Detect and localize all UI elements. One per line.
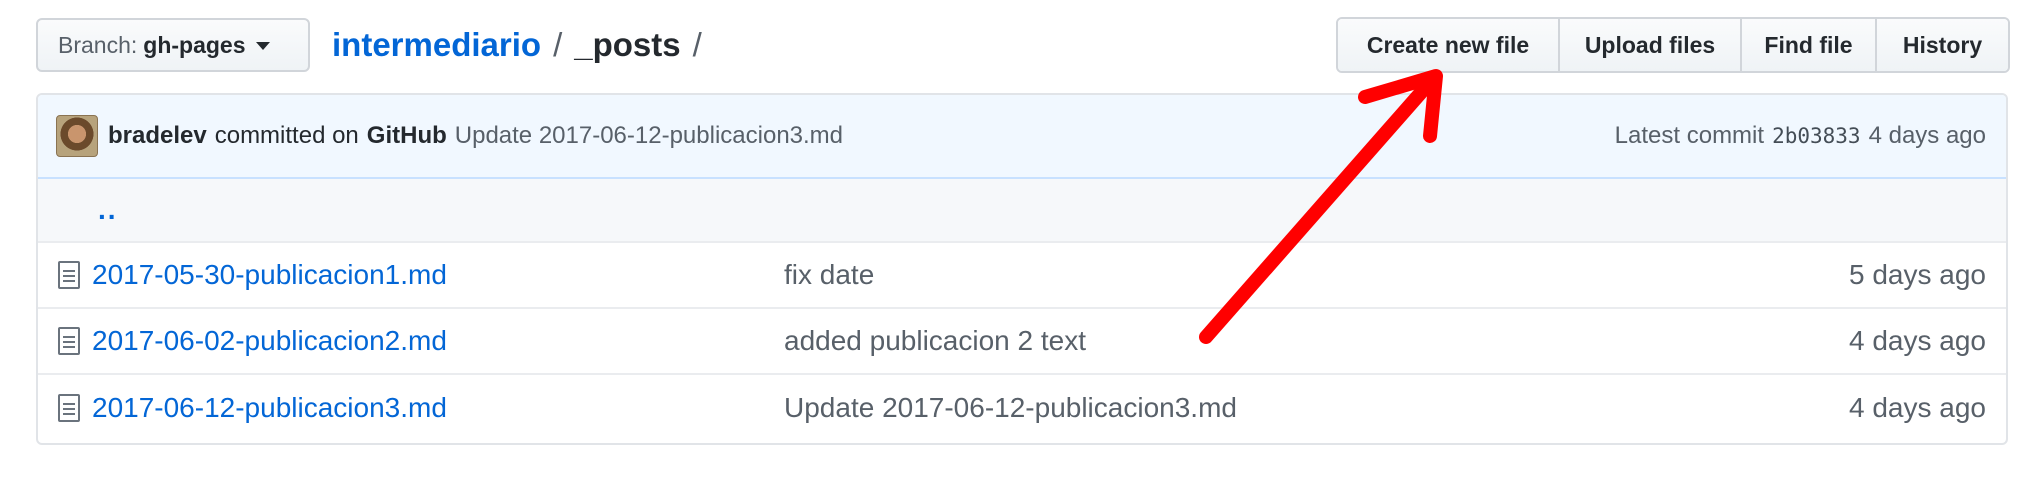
parent-directory-row: .. [38, 179, 2006, 243]
file-actions-button-group: Create new file Upload files Find file H… [1336, 17, 2010, 73]
latest-commit-label: Latest commit [1614, 122, 1765, 149]
file-commit-message-link[interactable]: fix date [784, 259, 1849, 291]
branch-selector-button[interactable]: Branch: gh-pages [36, 18, 310, 72]
avatar[interactable] [56, 115, 98, 157]
history-button[interactable]: History [1877, 19, 2008, 71]
breadcrumb-current-dir: _posts [574, 26, 681, 63]
file-name-link[interactable]: 2017-05-30-publicacion1.md [92, 259, 784, 291]
file-age: 4 days ago [1849, 392, 1986, 423]
branch-name: gh-pages [143, 31, 246, 58]
commit-author-link[interactable]: bradelev [108, 122, 207, 150]
commit-message-link[interactable]: Update 2017-06-12-publicacion3.md [455, 122, 843, 150]
caret-down-icon [255, 42, 270, 50]
file-name-link[interactable]: 2017-06-02-publicacion2.md [92, 325, 784, 357]
upload-files-button[interactable]: Upload files [1560, 19, 1742, 71]
file-commit-message-link[interactable]: Update 2017-06-12-publicacion3.md [784, 392, 1849, 424]
breadcrumb-trailing-separator: / [692, 26, 702, 63]
commit-verb: committed on [214, 122, 359, 149]
table-row: 2017-05-30-publicacion1.md fix date 5 da… [38, 243, 2006, 309]
file-name-link[interactable]: 2017-06-12-publicacion3.md [92, 392, 784, 424]
commit-sha-link[interactable]: 2b03833 [1772, 124, 1861, 148]
file-commit-message-link[interactable]: added publicacion 2 text [784, 325, 1849, 357]
commit-age: 4 days ago [1868, 122, 1986, 149]
find-file-button[interactable]: Find file [1742, 19, 1877, 71]
file-age: 4 days ago [1849, 325, 1986, 356]
file-icon [58, 261, 80, 289]
breadcrumb: intermediario / _posts / [332, 20, 714, 70]
file-icon [58, 327, 80, 355]
file-table: bradelev committed on GitHub Update 2017… [36, 93, 2008, 445]
parent-directory-link[interactable]: .. [98, 194, 118, 226]
table-row: 2017-06-02-publicacion2.md added publica… [38, 309, 2006, 375]
latest-commit-info: Latest commit 2b03833 4 days ago [1615, 122, 1986, 150]
commit-platform: GitHub [366, 122, 447, 149]
table-row: 2017-06-12-publicacion3.md Update 2017-0… [38, 375, 2006, 441]
create-new-file-button[interactable]: Create new file [1338, 19, 1560, 71]
breadcrumb-separator: / [553, 26, 563, 63]
breadcrumb-repo-link[interactable]: intermediario [332, 26, 541, 64]
repo-file-browser: Branch: gh-pages intermediario / _posts … [0, 0, 2026, 492]
file-icon [58, 394, 80, 422]
latest-commit-bar: bradelev committed on GitHub Update 2017… [38, 95, 2006, 179]
branch-label: Branch: [58, 31, 138, 58]
file-age: 5 days ago [1849, 259, 1986, 290]
